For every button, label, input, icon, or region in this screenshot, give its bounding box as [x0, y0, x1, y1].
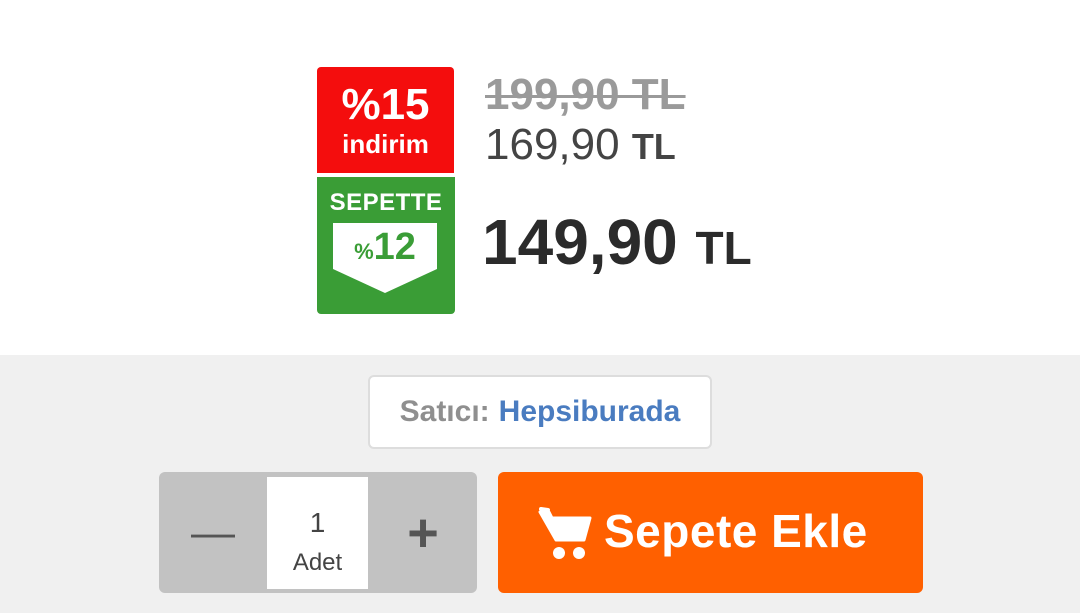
add-to-cart-label: Sepete Ekle — [604, 505, 868, 557]
quantity-stepper: — 1 Adet + — [159, 472, 477, 593]
basket-price-currency: TL — [695, 222, 752, 274]
seller-label: Satıcı: — [399, 395, 490, 428]
discount-badge: %15 indirim — [317, 67, 454, 173]
seller-link[interactable]: Satıcı: Hepsiburada — [368, 375, 712, 449]
discounted-price-currency: TL — [631, 126, 676, 167]
discounted-price: 169,90 TL — [485, 120, 676, 172]
quantity-unit: Adet — [292, 549, 343, 576]
discount-label: indirim — [342, 129, 429, 159]
basket-percent: %12 — [354, 226, 416, 268]
basket-discount-badge: SEPETTE %12 — [317, 177, 455, 314]
basket-price-amount: 149,90 — [482, 206, 678, 278]
quantity-input[interactable]: 1 Adet — [267, 477, 368, 589]
add-to-cart-button[interactable]: Sepete Ekle — [498, 472, 923, 593]
increase-quantity-button[interactable]: + — [369, 472, 477, 593]
original-price: 199,90 TL — [485, 70, 686, 119]
discount-percent: %15 — [341, 80, 430, 129]
quantity-value: 1 — [309, 507, 326, 538]
basket-label: SEPETTE — [329, 189, 443, 216]
decrease-quantity-button[interactable]: — — [159, 472, 267, 593]
seller-name[interactable]: Hepsiburada — [499, 395, 681, 429]
price-section: %15 indirim SEPETTE %12 199,90 TL 169,90… — [0, 0, 1080, 355]
basket-price: 149,90 TL — [482, 206, 752, 284]
discounted-price-amount: 169,90 — [485, 120, 620, 169]
cart-icon — [538, 507, 592, 559]
